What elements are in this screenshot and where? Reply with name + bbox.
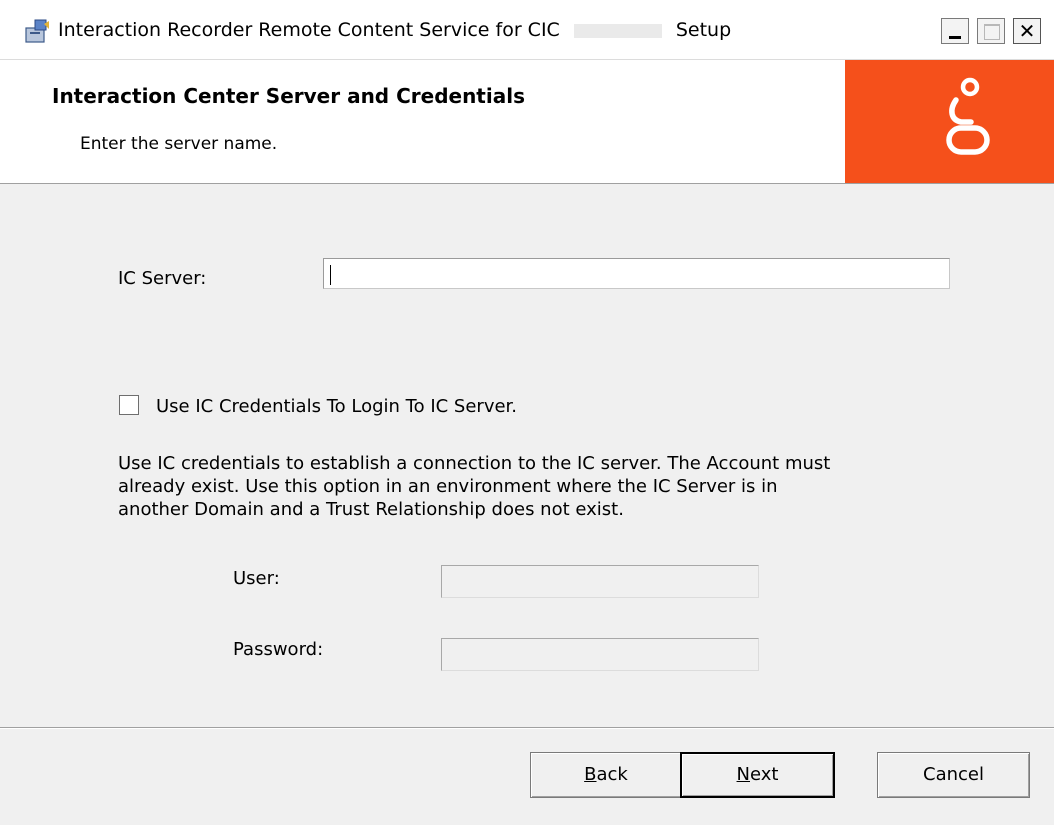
next-button[interactable]: Next <box>680 752 835 798</box>
genesys-logo-icon <box>946 77 990 155</box>
next-label: ext <box>750 764 779 785</box>
redacted-version <box>573 23 662 38</box>
back-button[interactable]: Back <box>530 752 682 798</box>
close-button[interactable]: ✕ <box>1013 18 1041 44</box>
close-icon: ✕ <box>1018 19 1036 43</box>
password-label: Password: <box>233 639 324 660</box>
user-input <box>441 565 759 598</box>
window-title-main: Interaction Recorder Remote Content Serv… <box>58 19 560 41</box>
maximize-button <box>977 18 1005 44</box>
brand-logo <box>845 60 1054 183</box>
window-title: Interaction Recorder Remote Content Serv… <box>58 16 731 44</box>
text-caret <box>330 265 331 285</box>
setup-window: Interaction Recorder Remote Content Serv… <box>0 0 1054 825</box>
title-bar[interactable]: Interaction Recorder Remote Content Serv… <box>0 0 1054 60</box>
ic-server-input[interactable] <box>323 258 950 289</box>
minimize-button[interactable] <box>941 18 969 44</box>
wizard-header: Interaction Center Server and Credential… <box>0 60 1054 184</box>
page-title: Interaction Center Server and Credential… <box>52 84 525 108</box>
use-ic-credentials-label[interactable]: Use IC Credentials To Login To IC Server… <box>156 396 517 417</box>
footer-separator <box>0 727 1054 729</box>
password-input <box>441 638 759 671</box>
maximize-icon <box>984 24 1000 40</box>
installer-icon <box>25 19 49 43</box>
user-label: User: <box>233 568 280 589</box>
use-ic-credentials-checkbox[interactable] <box>119 395 139 415</box>
ic-server-label: IC Server: <box>118 268 207 289</box>
next-access-key: N <box>736 764 750 785</box>
page-subtitle: Enter the server name. <box>80 134 278 154</box>
back-access-key: B <box>584 764 597 785</box>
back-label: ack <box>596 764 628 785</box>
credentials-description: Use IC credentials to establish a connec… <box>118 453 831 520</box>
window-title-suffix: Setup <box>675 19 732 41</box>
cancel-button[interactable]: Cancel <box>877 752 1030 798</box>
minimize-icon <box>949 36 961 39</box>
